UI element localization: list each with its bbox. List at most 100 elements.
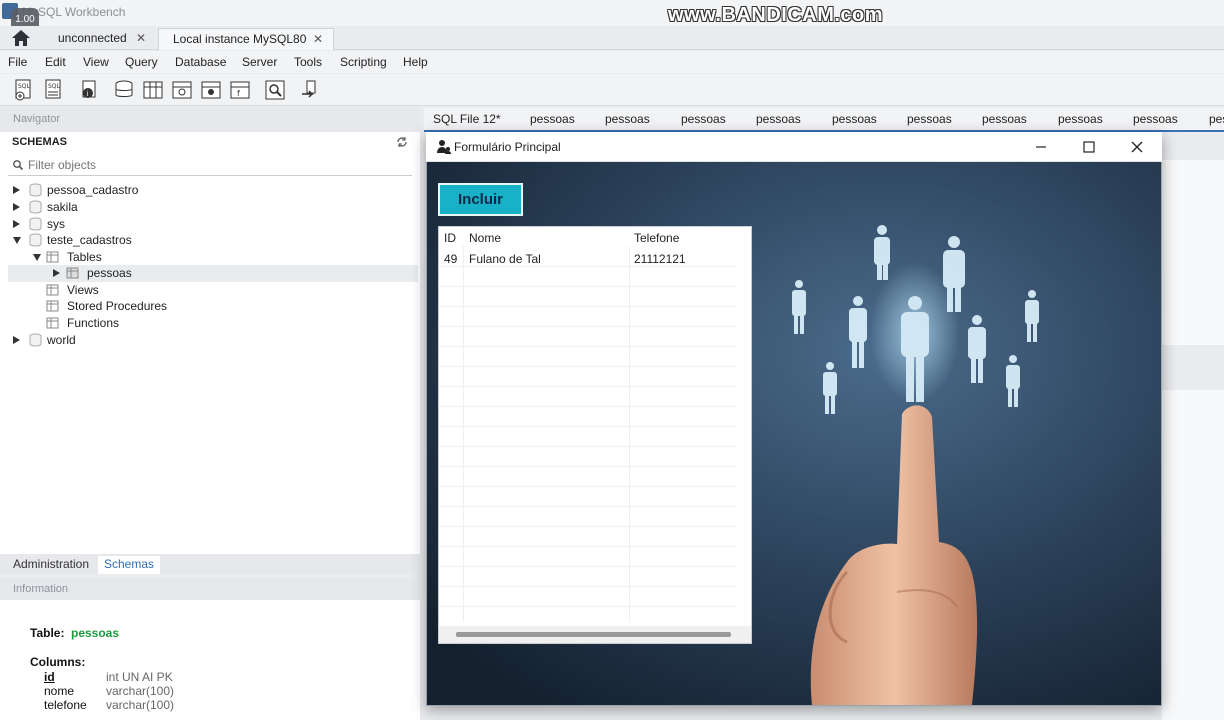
info-column-type: varchar(100) xyxy=(106,698,175,712)
search-table-data-icon[interactable] xyxy=(263,78,287,102)
minimize-icon[interactable] xyxy=(1032,138,1050,156)
create-schema-icon[interactable] xyxy=(112,78,136,102)
reconnect-icon[interactable] xyxy=(298,78,322,102)
database-icon xyxy=(29,333,42,347)
grid-row-line xyxy=(439,406,735,407)
tab-administration[interactable]: Administration xyxy=(7,556,95,574)
create-table-icon[interactable] xyxy=(141,78,165,102)
new-sql-tab-icon[interactable]: SQL xyxy=(12,78,36,102)
menu-file[interactable]: File xyxy=(8,55,27,69)
tree-item-views[interactable]: Views xyxy=(32,282,412,299)
database-icon xyxy=(29,233,42,247)
menu-server[interactable]: Server xyxy=(242,55,277,69)
filter-objects-input[interactable] xyxy=(28,156,408,174)
info-column-type: int UN AI PK xyxy=(106,670,173,684)
expand-arrow-icon[interactable] xyxy=(13,336,20,344)
grid-row-line xyxy=(439,466,735,467)
menu-view[interactable]: View xyxy=(83,55,109,69)
expand-arrow-icon[interactable] xyxy=(13,186,20,194)
collapse-arrow-icon[interactable] xyxy=(13,237,21,244)
tab-unconnected[interactable]: unconnected ✕ xyxy=(44,28,156,50)
expand-arrow-icon[interactable] xyxy=(53,269,60,277)
create-procedure-icon[interactable] xyxy=(199,78,223,102)
tab-pessoas[interactable]: pessoas xyxy=(681,112,726,126)
close-icon[interactable]: ✕ xyxy=(313,29,323,49)
tab-schemas[interactable]: Schemas xyxy=(98,556,161,574)
users-icon xyxy=(437,140,451,154)
maximize-icon[interactable] xyxy=(1080,138,1098,156)
tab-pessoas[interactable]: pessoas xyxy=(832,112,877,126)
recorder-watermark: www.BANDICAM.com xyxy=(668,4,884,26)
tab-pessoas[interactable]: pessoas xyxy=(605,112,650,126)
functions-folder-icon xyxy=(46,317,59,329)
tab-pessoas[interactable]: pessoas xyxy=(1133,112,1178,126)
grid-cell-telefone[interactable]: 21112121 xyxy=(634,252,686,266)
info-column-name: telefone xyxy=(44,698,87,712)
tab-local-instance[interactable]: Local instance MySQL80 ✕ xyxy=(158,28,334,50)
tree-item-stored-procedures[interactable]: Stored Procedures xyxy=(32,298,412,315)
open-sql-script-icon[interactable]: SQL xyxy=(42,78,66,102)
tree-item-sys[interactable]: sys xyxy=(12,216,412,233)
create-function-icon[interactable]: f xyxy=(228,78,252,102)
views-folder-icon xyxy=(46,284,59,296)
tree-item-world[interactable]: world xyxy=(12,332,412,349)
menu-query[interactable]: Query xyxy=(125,55,158,69)
scrollbar-thumb[interactable] xyxy=(456,632,731,637)
refresh-icon[interactable] xyxy=(396,136,408,148)
grid-row-line xyxy=(439,506,735,507)
tree-item-teste-cadastros[interactable]: teste_cadastros xyxy=(12,232,412,249)
grid-row-line xyxy=(439,606,735,607)
menu-database[interactable]: Database xyxy=(175,55,226,69)
tree-item-pessoa-cadastro[interactable]: pessoa_cadastro xyxy=(12,182,412,199)
tree-item-label: Stored Procedures xyxy=(67,299,168,313)
menu-edit[interactable]: Edit xyxy=(45,55,66,69)
incluir-button[interactable]: Incluir xyxy=(438,183,523,216)
svg-text:f: f xyxy=(237,89,240,98)
menu-help[interactable]: Help xyxy=(403,55,428,69)
tab-pessoas[interactable]: pessoas xyxy=(1058,112,1103,126)
tables-folder-icon xyxy=(46,251,59,263)
info-column-name: id xyxy=(44,670,55,684)
close-icon[interactable]: ✕ xyxy=(136,28,146,48)
close-icon[interactable] xyxy=(1128,138,1146,156)
grid-row-line xyxy=(439,546,735,547)
tab-pessoas-partial[interactable]: pes xyxy=(1209,112,1224,126)
tree-item-functions[interactable]: Functions xyxy=(32,315,412,332)
expand-arrow-icon[interactable] xyxy=(13,220,20,228)
grid-header-id[interactable]: ID xyxy=(444,231,456,245)
tree-item-label: sys xyxy=(47,217,65,231)
collapse-arrow-icon[interactable] xyxy=(33,254,41,261)
expand-arrow-icon[interactable] xyxy=(13,203,20,211)
app-titlebar xyxy=(0,0,1224,26)
tab-pessoas[interactable]: pessoas xyxy=(756,112,801,126)
menu-scripting[interactable]: Scripting xyxy=(340,55,387,69)
search-icon xyxy=(13,160,24,171)
info-column-type: varchar(100) xyxy=(106,684,175,698)
grid-header-nome[interactable]: Nome xyxy=(469,231,501,245)
home-icon[interactable] xyxy=(11,29,31,47)
menu-bar: File Edit View Query Database Server Too… xyxy=(0,51,1224,73)
grid-cell-id[interactable]: 49 xyxy=(444,252,457,266)
data-grid[interactable] xyxy=(438,226,752,644)
create-view-icon[interactable] xyxy=(170,78,194,102)
grid-header-telefone[interactable]: Telefone xyxy=(634,231,679,245)
grid-row-line xyxy=(439,486,735,487)
tab-sql-file[interactable]: SQL File 12* xyxy=(433,112,501,126)
tree-item-sakila[interactable]: sakila xyxy=(12,199,412,216)
tab-pessoas[interactable]: pessoas xyxy=(530,112,575,126)
tree-item-label: world xyxy=(47,333,76,347)
form-title: Formulário Principal xyxy=(454,140,561,154)
inspector-icon[interactable]: i xyxy=(78,78,102,102)
tab-pessoas[interactable]: pessoas xyxy=(982,112,1027,126)
menu-tools[interactable]: Tools xyxy=(294,55,322,69)
tree-item-label: Functions xyxy=(67,316,120,330)
tree-item-tables[interactable]: Tables xyxy=(32,249,412,266)
tab-pessoas[interactable]: pessoas xyxy=(907,112,952,126)
svg-text:SQL: SQL xyxy=(48,83,61,90)
tree-item-pessoas[interactable]: pessoas xyxy=(52,265,412,282)
grid-row-line xyxy=(439,566,735,567)
grid-cell-nome[interactable]: Fulano de Tal xyxy=(469,252,541,266)
grid-row-line xyxy=(439,306,735,307)
toolbar: SQL SQL i f xyxy=(0,74,1224,106)
procedures-folder-icon xyxy=(46,300,59,312)
